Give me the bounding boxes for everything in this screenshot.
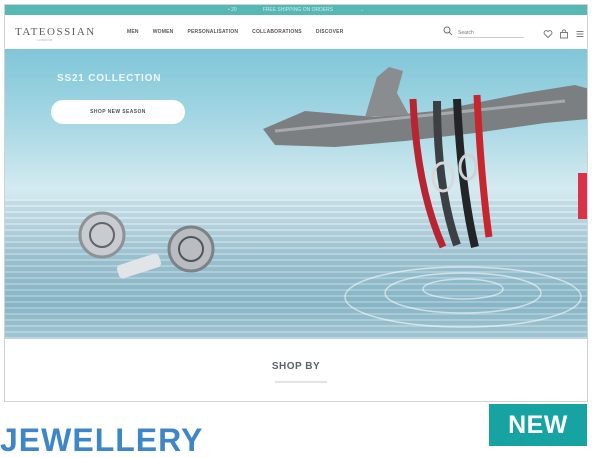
brand-logo[interactable]: TATEOSSIAN [15, 26, 96, 38]
cufflinks [78, 211, 215, 279]
brand-logo-sub: LONDON [37, 38, 53, 42]
side-feedback-tab[interactable] [578, 173, 587, 219]
shop-by-title: SHOP BY [271, 361, 321, 372]
nav-item-collaborations[interactable]: COLLABORATIONS [252, 29, 302, 35]
announcement-item: • 20 [228, 7, 237, 13]
search-box [443, 26, 527, 40]
site-header: TATEOSSIAN LONDON MEN WOMEN PERSONALISAT… [5, 15, 587, 50]
announcement-bar: • 20 FREE SHIPPING ON ORDERS → [5, 5, 587, 15]
heart-icon[interactable] [543, 29, 553, 39]
main-nav: MEN WOMEN PERSONALISATION COLLABORATIONS… [127, 29, 344, 35]
announcement-item[interactable]: FREE SHIPPING ON ORDERS [263, 7, 333, 13]
shop-by-section: SHOP BY [5, 339, 587, 401]
menu-icon[interactable] [575, 29, 585, 39]
driftwood-branch [263, 67, 587, 147]
search-input[interactable] [458, 28, 524, 38]
shop-new-season-button[interactable]: SHOP NEW SEASON [51, 100, 185, 124]
hero-title: SS21 COLLECTION [57, 73, 162, 84]
announcement-item[interactable]: → [359, 7, 364, 13]
nav-item-men[interactable]: MEN [127, 29, 139, 35]
hero-image [78, 67, 587, 328]
shop-by-underline [275, 381, 327, 383]
search-icon[interactable] [443, 26, 453, 36]
hero-banner: SS21 COLLECTION SHOP NEW SEASON [5, 49, 587, 339]
water-ripples [344, 266, 582, 328]
nav-item-women[interactable]: WOMEN [153, 29, 174, 35]
website-screenshot: • 20 FREE SHIPPING ON ORDERS → TATEOSSIA… [4, 4, 588, 402]
nav-item-personalisation[interactable]: PERSONALISATION [187, 29, 238, 35]
section-caption: JEWELLERY [0, 422, 204, 458]
bag-icon[interactable] [559, 29, 569, 39]
new-badge: NEW [489, 404, 587, 446]
nav-item-discover[interactable]: DISCOVER [316, 29, 344, 35]
